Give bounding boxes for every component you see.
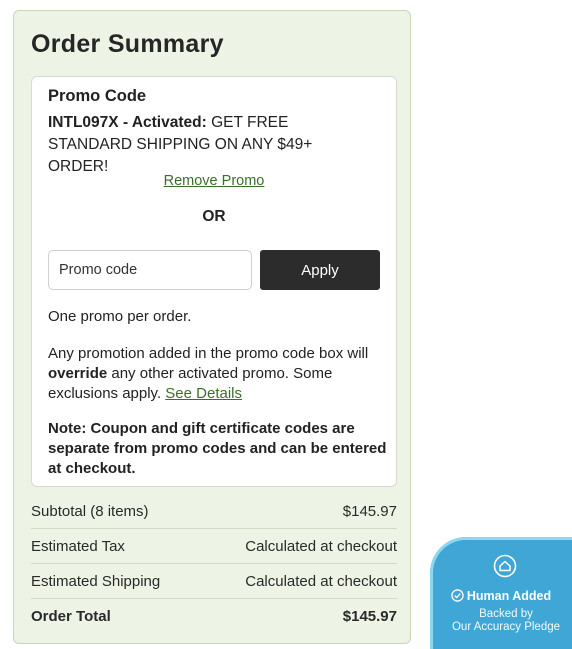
badge-subtitle-line-2: Our Accuracy Pledge	[451, 621, 561, 633]
row-label: Order Total	[31, 607, 111, 625]
activated-promo-message: INTL097X - Activated: GET FREE STANDARD …	[48, 112, 368, 178]
coupon-note: Note: Coupon and gift certificate codes …	[48, 420, 387, 477]
see-details-link[interactable]: See Details	[165, 385, 242, 402]
estimated-shipping-row: Estimated Shipping Calculated at checkou…	[31, 564, 397, 599]
badge-subtitle: Backed by Our Accuracy Pledge	[430, 608, 572, 634]
activated-promo-code: INTL097X - Activated:	[48, 114, 207, 131]
order-summary-title: Order Summary	[31, 30, 224, 58]
row-value: $145.97	[342, 502, 397, 520]
or-divider-text: OR	[202, 208, 226, 225]
badge-title-text: Human Added	[466, 589, 552, 603]
override-text-start: Any promotion added in the promo code bo…	[48, 345, 369, 362]
override-note: Any promotion added in the promo code bo…	[48, 344, 384, 404]
remove-promo-link[interactable]: Remove Promo	[32, 173, 396, 189]
order-summary-panel: Order Summary Promo Code INTL097X - Acti…	[13, 10, 411, 644]
apply-promo-button[interactable]: Apply	[260, 250, 380, 290]
override-bold-word: override	[48, 365, 108, 382]
order-total-row: Order Total $145.97	[31, 599, 397, 633]
accuracy-pledge-badge[interactable]: Human Added Backed by Our Accuracy Pledg…	[430, 537, 572, 649]
order-totals: Subtotal (8 items) $145.97 Estimated Tax…	[31, 494, 397, 633]
promo-code-input[interactable]	[48, 250, 252, 290]
check-circle-icon	[451, 589, 464, 602]
row-value: Calculated at checkout	[245, 537, 397, 555]
one-promo-note: One promo per order.	[48, 308, 192, 325]
promo-code-card: Promo Code INTL097X - Activated: GET FRE…	[31, 76, 397, 487]
promo-code-heading: Promo Code	[48, 87, 147, 105]
house-check-icon	[493, 554, 517, 578]
subtotal-row: Subtotal (8 items) $145.97	[31, 494, 397, 529]
badge-subtitle-line-1: Backed by	[479, 608, 533, 620]
row-label: Subtotal (8 items)	[31, 502, 149, 520]
badge-title: Human Added	[430, 589, 572, 603]
row-value: Calculated at checkout	[245, 572, 397, 590]
estimated-tax-row: Estimated Tax Calculated at checkout	[31, 529, 397, 564]
row-label: Estimated Shipping	[31, 572, 161, 590]
row-label: Estimated Tax	[31, 537, 125, 555]
row-value: $145.97	[342, 607, 397, 625]
